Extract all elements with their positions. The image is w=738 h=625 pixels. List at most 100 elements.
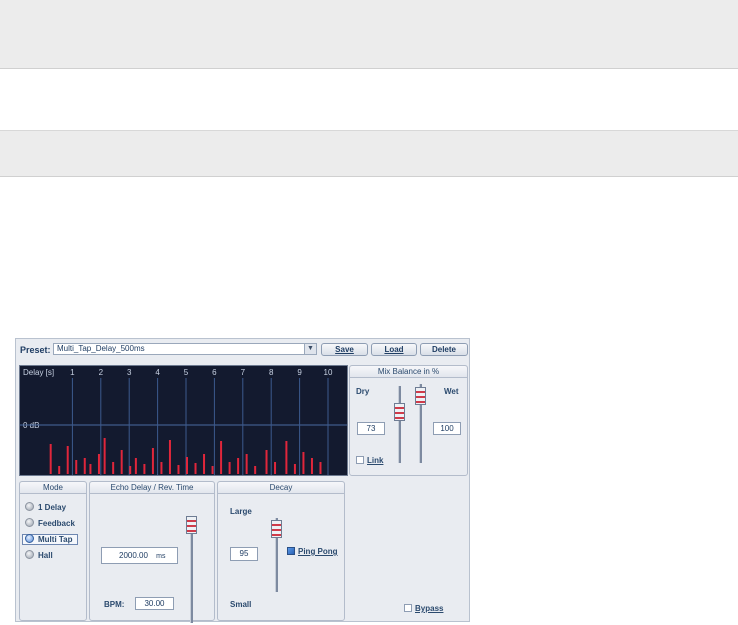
dry-slider-track[interactable] (398, 386, 401, 463)
mode-option-multi-tap[interactable]: Multi Tap (22, 534, 78, 545)
tick-label: 4 (155, 368, 160, 377)
delay-tap (120, 450, 123, 474)
decay-small-label: Small (230, 600, 252, 609)
delay-tap (143, 464, 146, 474)
dry-value-field[interactable]: 73 (357, 422, 385, 435)
delay-tap (49, 444, 52, 474)
delay-tap (302, 452, 305, 474)
bypass-checkbox[interactable]: Bypass (404, 604, 443, 613)
delay-tap (186, 457, 188, 474)
radio-selected-icon (25, 534, 34, 543)
selected-mode-highlight: Multi Tap (22, 534, 78, 545)
preset-label: Preset: (20, 345, 51, 355)
wet-label: Wet (444, 387, 459, 396)
tick-label: 2 (99, 368, 104, 377)
ping-pong-checkbox-box[interactable] (287, 547, 295, 555)
mix-balance-group: Mix Balance in % Dry Wet 73 100 Link (349, 365, 468, 476)
delay-tap (265, 450, 268, 474)
delay-tap (245, 454, 248, 474)
delay-tap-graph: Delay [s] 0 dB 1 2 3 4 5 6 7 8 9 10 (19, 365, 348, 476)
delay-tap (58, 466, 61, 474)
decay-large-label: Large (230, 507, 252, 516)
echo-time-unit: ms (156, 553, 166, 560)
preset-value: Multi_Tap_Delay_500ms (57, 344, 145, 353)
delay-tap (112, 462, 115, 474)
decay-slider-handle[interactable] (271, 520, 282, 538)
delay-tap (310, 458, 313, 474)
delay-tap (203, 454, 206, 474)
delay-tap (89, 464, 92, 474)
delay-tap (160, 462, 163, 474)
echo-time-slider-handle[interactable] (186, 516, 197, 534)
graph-axis-label: Delay [s] (23, 368, 54, 377)
delay-tap (83, 458, 86, 474)
tick-label: 6 (212, 368, 217, 377)
link-label: Link (367, 456, 384, 465)
delay-tap (293, 464, 296, 474)
delay-tap (177, 465, 180, 474)
tick-label: 10 (324, 368, 333, 377)
bpm-label: BPM: (104, 600, 125, 609)
bypass-checkbox-box[interactable] (404, 604, 412, 612)
delay-plugin-window: Preset: Multi_Tap_Delay_500ms ▼ Save Loa… (15, 338, 470, 623)
delay-tap (254, 466, 257, 474)
delay-tap (211, 466, 214, 474)
delay-tap (134, 458, 137, 474)
save-button[interactable]: Save (321, 343, 368, 356)
mode-option-1-delay[interactable]: 1 Delay (25, 502, 66, 513)
delay-tap (220, 441, 223, 474)
delay-tap (237, 458, 240, 474)
delay-graph-svg: Delay [s] 0 dB 1 2 3 4 5 6 7 8 9 10 (20, 368, 347, 475)
delay-tap (285, 441, 288, 474)
delay-tap (97, 454, 100, 474)
mode-title: Mode (20, 482, 86, 494)
graph-tick-labels: 1 2 3 4 5 6 7 8 9 10 (70, 368, 333, 377)
echo-delay-group: Echo Delay / Rev. Time 2000.00 ms BPM: 3… (89, 481, 215, 623)
decay-group: Decay Large Small 95 Ping Pong (217, 481, 345, 621)
mix-balance-title: Mix Balance in % (350, 366, 467, 378)
load-button[interactable]: Load (371, 343, 417, 356)
preset-select[interactable]: Multi_Tap_Delay_500ms (53, 343, 317, 355)
delay-tap (168, 440, 171, 474)
decay-title: Decay (218, 482, 344, 494)
tick-label: 7 (241, 368, 246, 377)
secondary-toolbar-area (0, 130, 738, 177)
tick-label: 5 (184, 368, 189, 377)
radio-icon (25, 518, 34, 527)
delay-tap (151, 448, 154, 474)
bypass-label: Bypass (415, 604, 444, 613)
delay-tap (194, 463, 197, 474)
radio-icon (25, 502, 34, 511)
delay-tap (66, 446, 69, 474)
mode-option-feedback[interactable]: Feedback (25, 518, 75, 529)
ping-pong-checkbox[interactable]: Ping Pong (287, 547, 338, 556)
delay-tap (228, 462, 231, 474)
tick-label: 8 (269, 368, 274, 377)
tick-label: 9 (297, 368, 302, 377)
radio-icon (25, 550, 34, 559)
delay-tap (129, 466, 132, 474)
tick-label: 3 (127, 368, 132, 377)
echo-delay-title: Echo Delay / Rev. Time (90, 482, 214, 494)
top-toolbar-area (0, 0, 738, 69)
echo-time-field[interactable]: 2000.00 ms (101, 547, 178, 564)
dry-label: Dry (356, 387, 370, 396)
delay-tap (103, 438, 106, 474)
tick-label: 1 (70, 368, 75, 377)
delay-tap (75, 460, 78, 474)
dry-slider-handle[interactable] (394, 403, 405, 421)
wet-value-field[interactable]: 100 (433, 422, 461, 435)
delete-button[interactable]: Delete (420, 343, 468, 356)
bpm-field[interactable]: 30.00 (135, 597, 174, 610)
link-checkbox[interactable]: Link (356, 456, 383, 465)
wet-slider-handle[interactable] (415, 387, 426, 405)
mode-group: Mode 1 Delay Feedback Multi Tap Hall (19, 481, 87, 621)
graph-gridlines (71, 378, 329, 475)
mode-option-hall[interactable]: Hall (25, 550, 53, 561)
decay-value-field[interactable]: 95 (230, 547, 258, 561)
delay-tap (319, 462, 322, 474)
ping-pong-label: Ping Pong (298, 547, 338, 556)
delay-tap (274, 462, 277, 474)
link-checkbox-box[interactable] (356, 456, 364, 464)
chevron-down-icon[interactable]: ▼ (304, 343, 317, 355)
